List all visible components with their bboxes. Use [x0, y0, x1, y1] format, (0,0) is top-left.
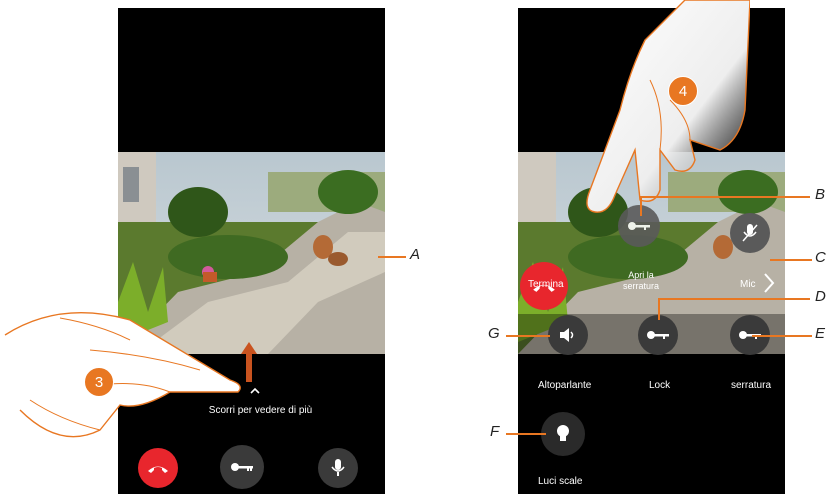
callout-d-line-drop	[658, 298, 660, 320]
callout-e: E	[815, 325, 826, 342]
swipe-up-arrow-icon	[241, 342, 257, 382]
microphone-icon	[331, 459, 345, 476]
speaker-icon	[560, 328, 574, 342]
callout-g-line	[506, 335, 550, 337]
microphone-button[interactable]	[318, 448, 358, 488]
callout-g: G	[488, 325, 500, 342]
step-4-badge: 4	[668, 76, 698, 106]
stairs-light-label: Luci scale	[538, 476, 583, 487]
end-call-button[interactable]	[138, 448, 178, 488]
callout-e-line	[752, 335, 812, 337]
callout-a-line	[378, 256, 406, 258]
key-icon	[647, 331, 669, 339]
lock-action-button[interactable]	[638, 315, 678, 355]
callout-b: B	[815, 186, 826, 203]
callout-c: C	[815, 249, 826, 266]
door-lock-label: serratura	[731, 380, 772, 391]
callout-f: F	[490, 423, 500, 440]
speaker-label: Altoparlante	[538, 380, 592, 391]
pointing-hand-illustration	[4, 312, 241, 438]
light-bulb-icon	[557, 425, 569, 441]
callout-a: A	[410, 246, 421, 263]
callout-b-line	[640, 196, 810, 198]
pointing-hand-illustration	[586, 0, 750, 213]
end-call-label: Termina	[528, 279, 564, 290]
lock-action-label: Lock	[649, 380, 671, 391]
stairs-light-button[interactable]	[541, 412, 585, 456]
hang-up-icon	[148, 466, 168, 473]
lock-button[interactable]	[220, 445, 264, 489]
key-icon	[231, 463, 253, 471]
speaker-button[interactable]	[548, 315, 588, 355]
step-3-badge: 3	[84, 367, 114, 397]
callout-c-line	[770, 259, 812, 261]
callout-b-line-drop	[640, 196, 642, 216]
chevron-right-icon[interactable]	[763, 272, 775, 299]
callout-f-line	[506, 433, 546, 435]
callout-d: D	[815, 288, 826, 305]
callout-d-line	[658, 298, 810, 300]
